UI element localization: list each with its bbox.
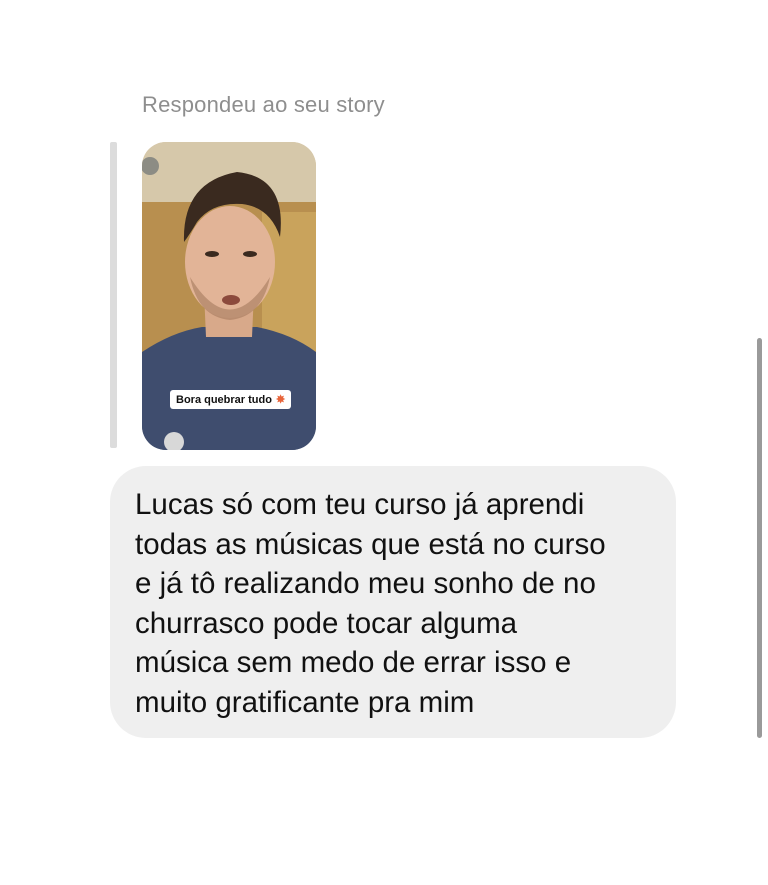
message-text: Lucas só com teu curso já aprendi todas … <box>135 488 606 719</box>
scrollbar[interactable] <box>757 338 762 738</box>
story-sticker: Bora quebrar tudo ✸ <box>170 390 292 409</box>
story-thumbnail[interactable]: Bora quebrar tudo ✸ <box>142 142 316 450</box>
story-sticker-text: Bora quebrar tudo <box>176 393 272 406</box>
quote-bar <box>110 142 117 448</box>
reply-caption: Respondeu ao seu story <box>142 92 385 117</box>
message-bubble[interactable]: Lucas só com teu curso já aprendi todas … <box>110 466 676 738</box>
burst-icon: ✸ <box>275 394 286 406</box>
